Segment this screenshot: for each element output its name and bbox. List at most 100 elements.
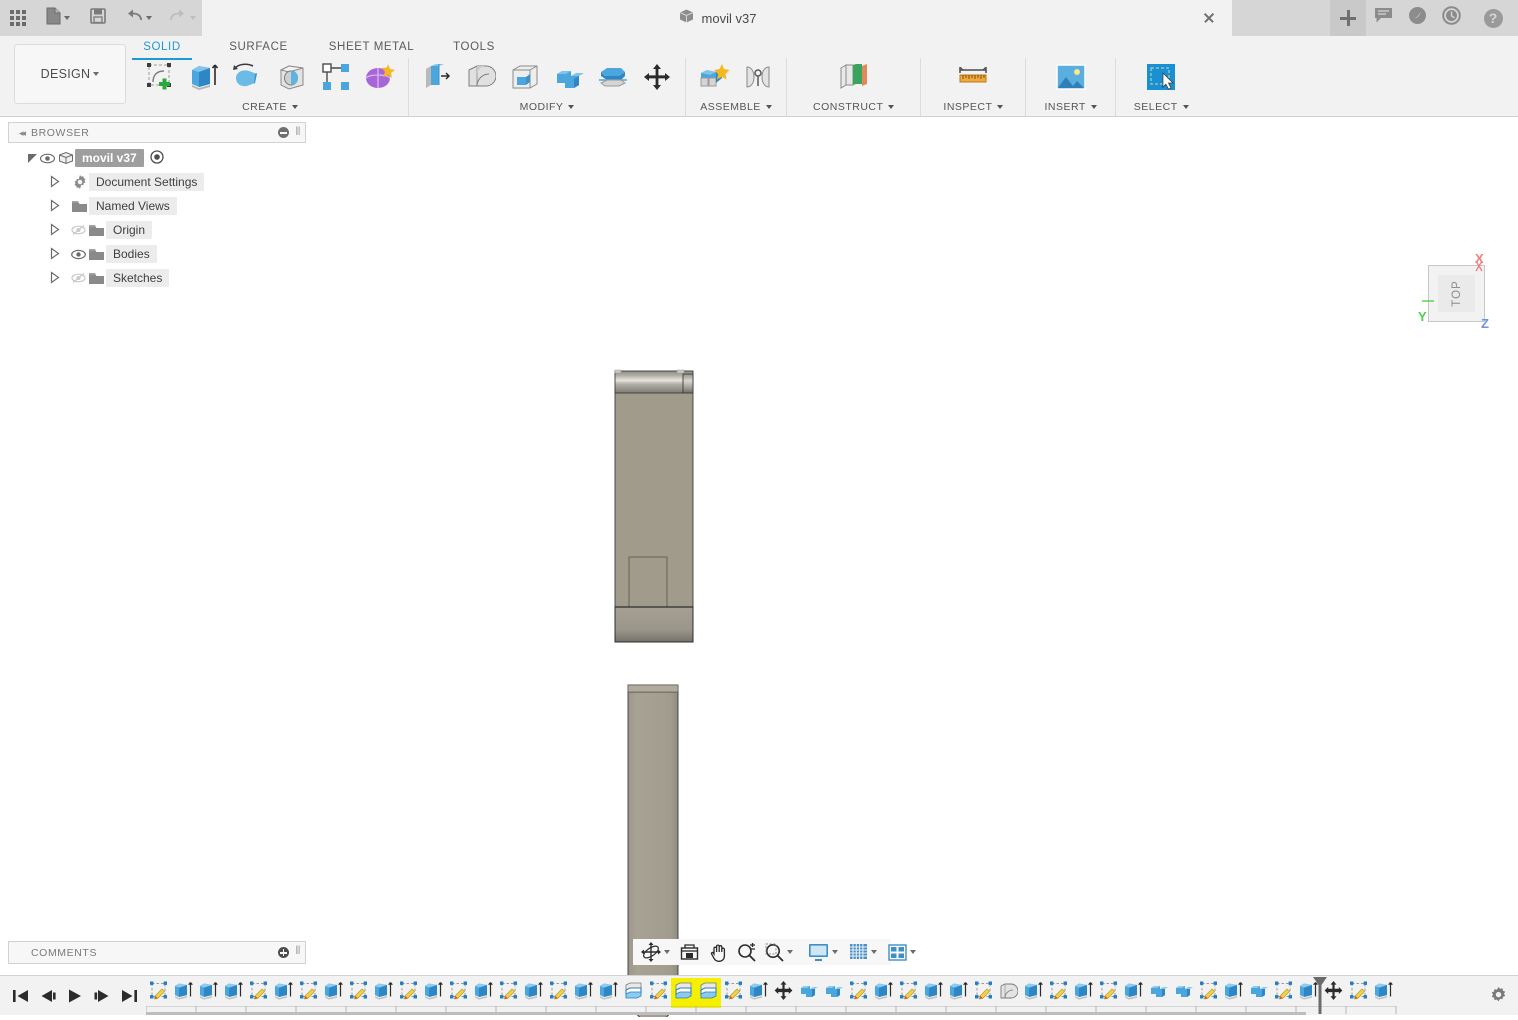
timeline-feature-shell[interactable]	[621, 978, 646, 1008]
group-label-assemble[interactable]: ASSEMBLE	[700, 100, 772, 114]
close-icon[interactable]	[1202, 11, 1216, 25]
tree-item-origin[interactable]: Origin	[8, 218, 304, 242]
timeline-feature-combine[interactable]	[1246, 978, 1271, 1008]
comments-button[interactable]	[1366, 0, 1400, 36]
timeline-feature-extrude[interactable]	[421, 978, 446, 1008]
timeline-feature-extrude[interactable]	[1371, 978, 1396, 1008]
tree-item-document-settings[interactable]: Document Settings	[8, 170, 304, 194]
visibility-eye-icon[interactable]	[39, 151, 56, 165]
tree-item-sketches[interactable]: Sketches	[8, 266, 304, 290]
extrude-button[interactable]	[182, 58, 226, 100]
timeline-feature-extrude[interactable]	[1121, 978, 1146, 1008]
shell-button[interactable]	[503, 58, 547, 100]
create-sketch-button[interactable]	[138, 58, 182, 100]
timeline-feature-sketch[interactable]	[646, 978, 671, 1008]
timeline-feature-extrude[interactable]	[471, 978, 496, 1008]
viewports-button[interactable]	[880, 939, 919, 965]
timeline-feature-sketch[interactable]	[396, 978, 421, 1008]
job-status-button[interactable]	[1434, 0, 1468, 36]
timeline-step-back-button[interactable]	[35, 976, 60, 1015]
expand-arrow-icon[interactable]	[48, 175, 62, 189]
move-copy-button[interactable]	[635, 58, 679, 100]
panel-grip[interactable]: ⦀	[296, 126, 301, 139]
tab-surface[interactable]: SURFACE	[216, 36, 301, 60]
timeline-feature-sketch[interactable]	[1271, 978, 1296, 1008]
timeline-feature-sketch[interactable]	[846, 978, 871, 1008]
expand-arrow-icon[interactable]	[26, 152, 39, 165]
workspace-switcher-button[interactable]: DESIGN	[14, 44, 126, 104]
timeline-feature-extrude[interactable]	[871, 978, 896, 1008]
timeline-feature-extrude[interactable]	[946, 978, 971, 1008]
timeline-feature-sketch[interactable]	[446, 978, 471, 1008]
timeline-feature-move[interactable]	[771, 978, 796, 1008]
redo-button[interactable]	[160, 0, 204, 36]
pan-button[interactable]	[702, 939, 731, 965]
timeline-feature-extrude[interactable]	[1021, 978, 1046, 1008]
new-tab-button[interactable]	[1330, 0, 1366, 36]
press-pull-button[interactable]	[415, 58, 459, 100]
timeline-feature-extrude[interactable]	[596, 978, 621, 1008]
timeline-feature-extrude[interactable]	[746, 978, 771, 1008]
timeline-feature-extrude[interactable]	[1071, 978, 1096, 1008]
tab-solid[interactable]: SOLID	[132, 36, 192, 60]
double-chevron-left-icon[interactable]: ◂◂	[19, 128, 26, 139]
timeline-feature-sketch[interactable]	[1046, 978, 1071, 1008]
fit-button[interactable]	[759, 939, 796, 965]
look-at-button[interactable]	[673, 939, 702, 965]
group-label-insert[interactable]: INSERT	[1044, 100, 1097, 114]
help-button[interactable]: ?	[1468, 0, 1518, 36]
timeline-feature-shell[interactable]	[671, 978, 696, 1008]
expand-arrow-icon[interactable]	[48, 247, 62, 261]
timeline-feature-combine[interactable]	[1146, 978, 1171, 1008]
timeline-settings-button[interactable]	[1489, 986, 1508, 1005]
timeline-feature-sketch[interactable]	[546, 978, 571, 1008]
panel-grip[interactable]: ⦀	[296, 945, 301, 958]
grid-snaps-button[interactable]	[841, 939, 880, 965]
timeline-feature-extrude[interactable]	[171, 978, 196, 1008]
group-label-create[interactable]: CREATE	[242, 100, 298, 114]
add-comment-icon[interactable]	[278, 947, 289, 958]
notifications-button[interactable]	[1400, 0, 1434, 36]
expand-arrow-icon[interactable]	[48, 223, 62, 237]
timeline-feature-sketch[interactable]	[496, 978, 521, 1008]
group-label-construct[interactable]: CONSTRUCT	[813, 100, 895, 114]
lower-body[interactable]	[618, 677, 708, 1017]
orbit-button[interactable]	[633, 939, 673, 965]
timeline-feature-combine[interactable]	[821, 978, 846, 1008]
timeline-feature-combine[interactable]	[1171, 978, 1196, 1008]
timeline-feature-sketch[interactable]	[246, 978, 271, 1008]
timeline-feature-shell[interactable]	[696, 978, 721, 1008]
radio-dot-icon[interactable]	[150, 149, 164, 167]
construct-plane-button[interactable]	[832, 58, 876, 100]
visibility-eye-icon[interactable]	[70, 247, 87, 261]
expand-arrow-icon[interactable]	[48, 271, 62, 285]
undo-button[interactable]	[116, 0, 160, 36]
display-settings-button[interactable]	[796, 939, 841, 965]
document-tab[interactable]: movil v37	[202, 0, 1232, 36]
timeline-feature-extrude[interactable]	[571, 978, 596, 1008]
measure-button[interactable]	[951, 58, 995, 100]
revolve-button[interactable]	[226, 58, 270, 100]
timeline-feature-sketch[interactable]	[1096, 978, 1121, 1008]
tab-tools[interactable]: TOOLS	[444, 36, 504, 60]
timeline-step-forward-button[interactable]	[89, 976, 114, 1015]
file-menu-button[interactable]	[36, 0, 80, 36]
tree-item-named-views[interactable]: Named Views	[8, 194, 304, 218]
timeline-feature-extrude[interactable]	[321, 978, 346, 1008]
group-label-inspect[interactable]: INSPECT	[943, 100, 1004, 114]
minimize-icon[interactable]	[278, 127, 289, 138]
timeline-feature-sketch[interactable]	[146, 978, 171, 1008]
timeline-feature-combine[interactable]	[796, 978, 821, 1008]
combine-button[interactable]	[547, 58, 591, 100]
timeline-feature-extrude[interactable]	[921, 978, 946, 1008]
timeline-feature-sketch[interactable]	[1196, 978, 1221, 1008]
select-button[interactable]	[1139, 58, 1183, 100]
split-face-button[interactable]	[591, 58, 635, 100]
create-form-button[interactable]	[358, 58, 402, 100]
rectangular-pattern-button[interactable]	[314, 58, 358, 100]
timeline-feature-sketch[interactable]	[1346, 978, 1371, 1008]
save-button[interactable]	[80, 0, 116, 36]
visibility-eye-off-icon[interactable]	[70, 271, 87, 285]
timeline-feature-fillet[interactable]	[996, 978, 1021, 1008]
tree-item-bodies[interactable]: Bodies	[8, 242, 304, 266]
